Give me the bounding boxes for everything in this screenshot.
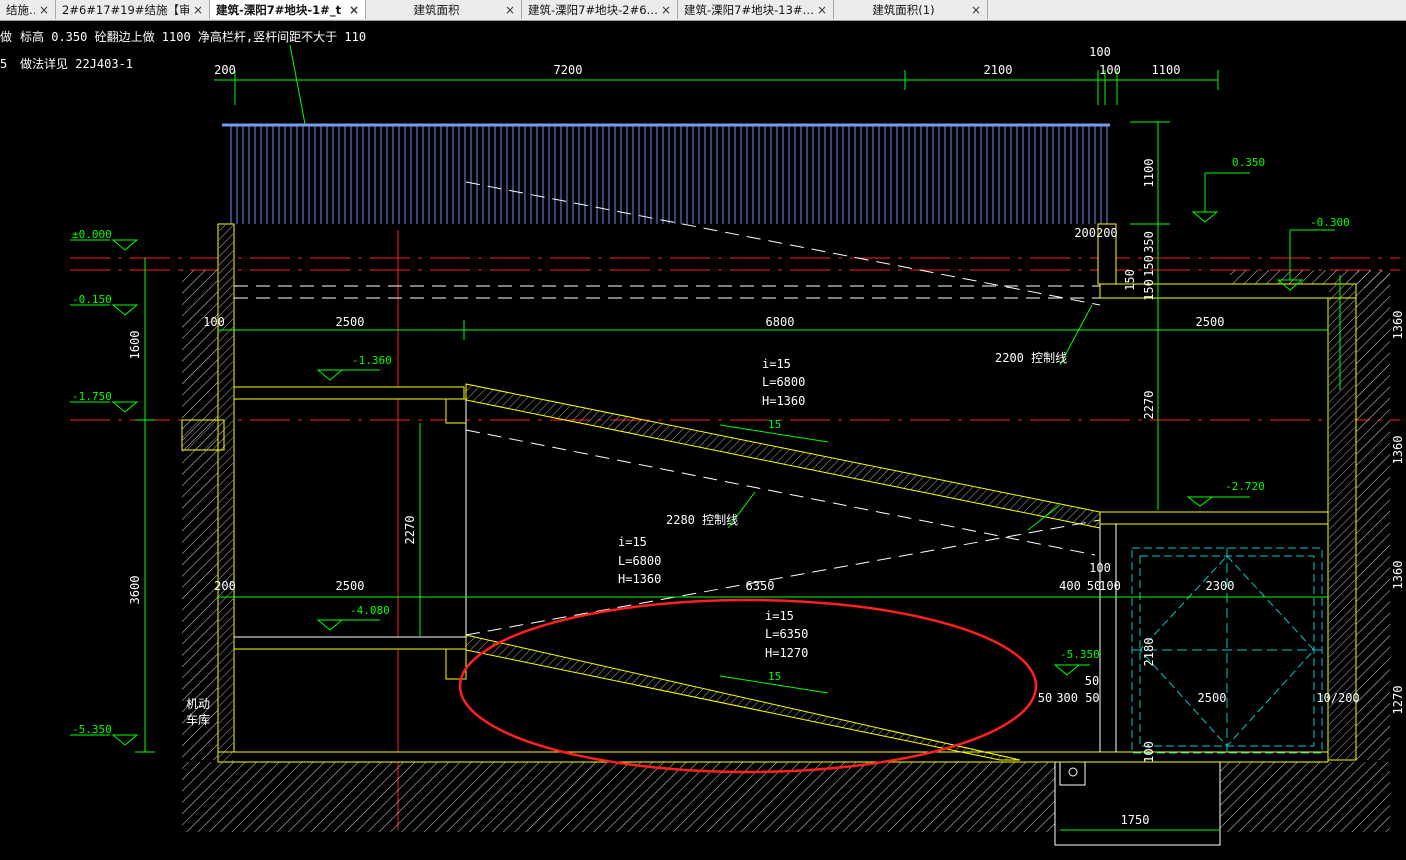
dim: 2300: [1206, 579, 1235, 593]
tab-label: 2#6#17#19#结施【审…: [62, 2, 189, 17]
note-line-1: 标高 0.350 砼翻边上做 1100 净高栏杆,竖杆间距不大于 110: [20, 29, 366, 44]
close-icon[interactable]: ×: [349, 3, 359, 17]
dim: 200: [214, 579, 236, 593]
ramp2-H: H=1360: [618, 572, 661, 586]
room-label-b: 车库: [186, 712, 210, 727]
ramp1-i: i=15: [762, 357, 791, 371]
railing: [226, 124, 1108, 224]
note-side-a: 做: [0, 29, 12, 44]
markup-ellipse[interactable]: [458, 598, 1038, 774]
tab-label: 建筑面积(1): [872, 2, 935, 17]
tab-5[interactable]: 建筑-溧阳7#地块-13#… ×: [678, 0, 834, 19]
level-mark: -0.150: [72, 293, 112, 306]
close-icon[interactable]: ×: [193, 3, 203, 17]
dim: 2500: [336, 315, 365, 329]
room-label-a: 机动: [186, 697, 210, 711]
dim: 1750: [1121, 813, 1150, 827]
slope-label: 15: [768, 670, 781, 683]
dim: 100: [1089, 45, 1111, 59]
dim: 50: [1038, 691, 1052, 705]
tab-6[interactable]: 建筑面积(1) ×: [834, 0, 988, 19]
close-icon[interactable]: ×: [661, 3, 671, 17]
level-mark: -2.720: [1225, 480, 1265, 493]
dim: 2500: [1198, 691, 1227, 705]
dim: 100: [1099, 579, 1121, 593]
tab-label: 建筑面积: [413, 2, 460, 17]
dim: 1100: [1152, 63, 1181, 77]
dim: 150: [1142, 279, 1156, 301]
ramp1-L: L=6800: [762, 375, 805, 389]
close-icon[interactable]: ×: [971, 3, 981, 17]
tab-label: 建筑-溧阳7#地块-13#…: [684, 2, 813, 17]
level-mark: -1.360: [352, 354, 392, 367]
tab-0[interactable]: 结施… ×: [0, 0, 56, 19]
close-icon[interactable]: ×: [39, 3, 49, 17]
dim: 1600: [128, 331, 142, 360]
tab-label: 建筑-溧阳7#地块-1#_t: [216, 2, 342, 17]
control-line-2200: 2200 控制线: [995, 351, 1067, 365]
tab-4[interactable]: 建筑-溧阳7#地块-2#6… ×: [522, 0, 678, 19]
note-line-2: 做法详见 22J403-1: [20, 56, 133, 71]
dim: 2270: [1142, 391, 1156, 420]
level-mark: -5.350: [72, 723, 112, 736]
tab-label: 建筑-溧阳7#地块-2#6…: [528, 2, 657, 17]
ramp1-H: H=1360: [762, 394, 805, 408]
dim: 400: [1059, 579, 1081, 593]
dim: 6800: [766, 315, 795, 329]
dim: 100: [1142, 741, 1156, 763]
tab-2[interactable]: 建筑-溧阳7#地块-1#_t ×: [210, 0, 366, 19]
dim: 300 50: [1056, 691, 1099, 705]
dim: 1360: [1391, 436, 1405, 465]
dim: 1360: [1391, 311, 1405, 340]
dim: 200: [214, 63, 236, 77]
dim: 150: [1142, 255, 1156, 277]
level-mark: -5.350: [1060, 648, 1100, 661]
dim: 3600: [128, 576, 142, 605]
note-side-b: 5: [0, 57, 7, 71]
dim: 6350: [746, 579, 775, 593]
slope-label: 15: [768, 418, 781, 431]
ramp3-H: H=1270: [765, 646, 808, 660]
dim: 150: [1123, 269, 1137, 291]
control-line-2280: 2280 控制线: [666, 513, 738, 527]
dim: 200200: [1074, 226, 1117, 240]
level-mark: -4.080: [350, 604, 390, 617]
level-mark: -1.750: [72, 390, 112, 403]
dim: 1100: [1142, 159, 1156, 188]
section-drawing[interactable]: 标高 0.350 砼翻边上做 1100 净高栏杆,竖杆间距不大于 110 做法详…: [0, 20, 1406, 856]
tab-label: 结施…: [6, 2, 35, 17]
close-icon[interactable]: ×: [817, 3, 827, 17]
ramp3-L: L=6350: [765, 627, 808, 641]
dim: 2100: [984, 63, 1013, 77]
dim: 10/200: [1316, 691, 1359, 705]
ramp2-i: i=15: [618, 535, 647, 549]
dim: 100: [1099, 63, 1121, 77]
dim: 100: [1089, 561, 1111, 575]
level-mark: 0.350: [1232, 156, 1265, 169]
level-mark: ±0.000: [72, 228, 112, 241]
ramp3-i: i=15: [765, 609, 794, 623]
dim: 1360: [1391, 561, 1405, 590]
dim: 100: [203, 315, 225, 329]
tab-1[interactable]: 2#6#17#19#结施【审… ×: [56, 0, 210, 19]
dim: 50: [1085, 674, 1099, 688]
document-tab-bar: 结施… × 2#6#17#19#结施【审… × 建筑-溧阳7#地块-1#_t × 建筑…: [0, 0, 1406, 21]
dim: 350: [1142, 231, 1156, 253]
tab-3[interactable]: 建筑面积 ×: [366, 0, 522, 19]
dim: 2180: [1142, 638, 1156, 667]
cad-canvas[interactable]: 标高 0.350 砼翻边上做 1100 净高栏杆,竖杆间距不大于 110 做法详…: [0, 20, 1406, 856]
ramp2-L: L=6800: [618, 554, 661, 568]
dim: 2500: [336, 579, 365, 593]
dim: 1270: [1391, 686, 1405, 715]
dim: 2270: [403, 516, 417, 545]
level-mark: -0.300: [1310, 216, 1350, 229]
dim: 7200: [554, 63, 583, 77]
dim: 2500: [1196, 315, 1225, 329]
close-icon[interactable]: ×: [505, 3, 515, 17]
